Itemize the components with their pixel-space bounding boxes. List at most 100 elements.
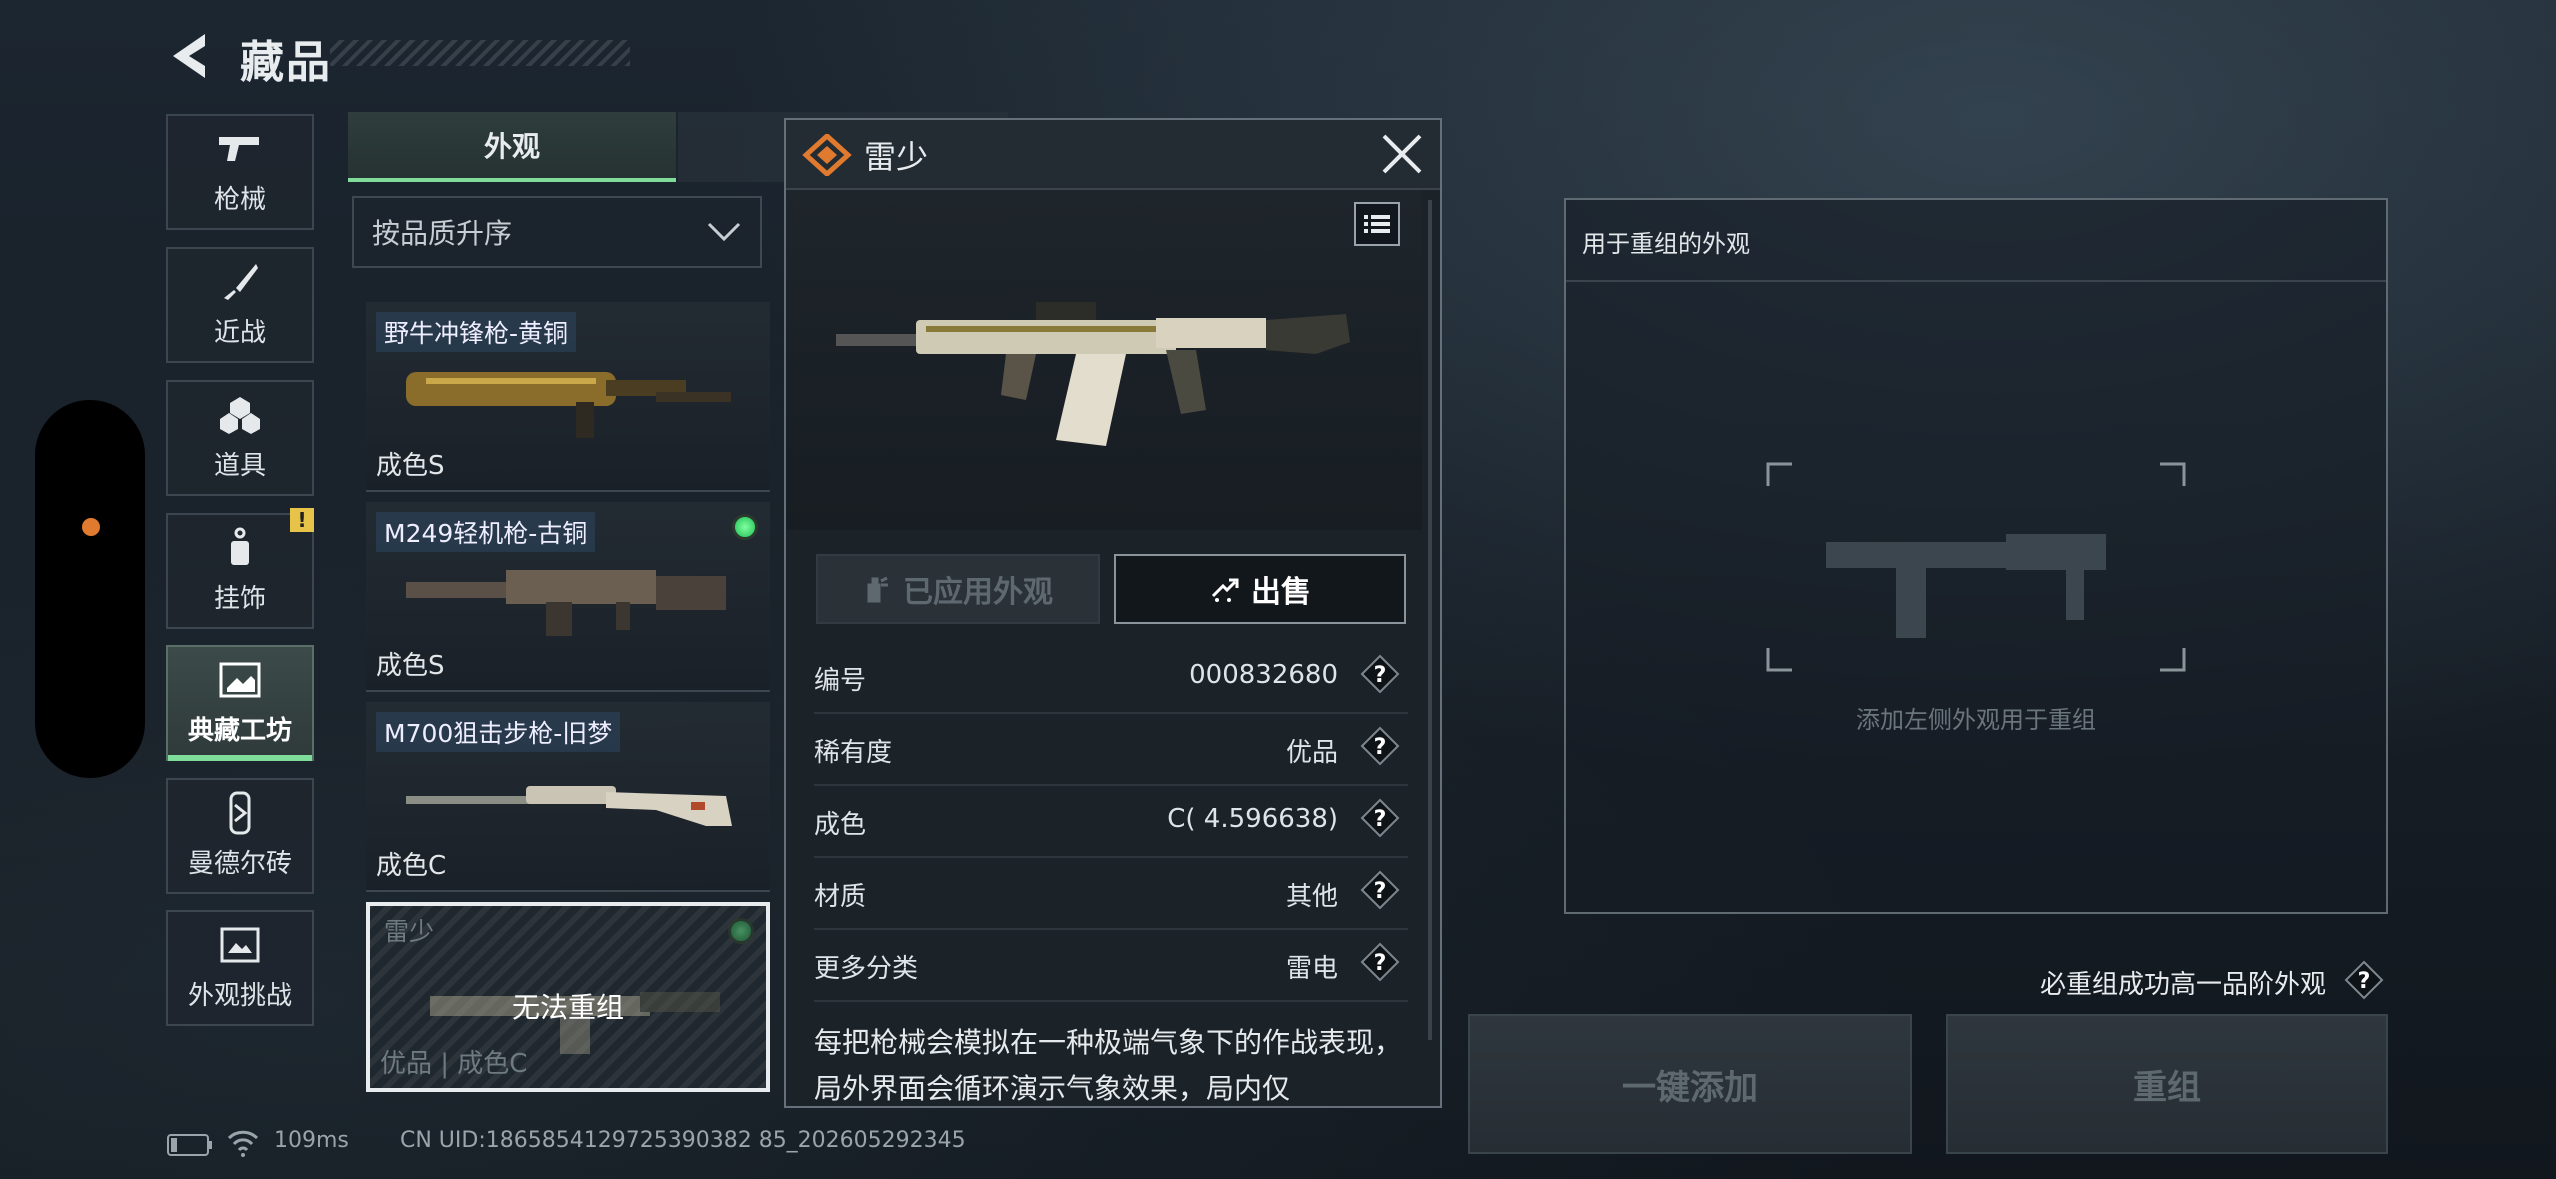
popup-header: 雷少	[786, 120, 1440, 190]
charm-icon	[217, 527, 263, 568]
category-items[interactable]: 道具	[166, 380, 314, 496]
back-arrow-icon[interactable]	[165, 30, 217, 82]
svg-text:?: ?	[1374, 807, 1387, 832]
row-key: 更多分类	[814, 954, 919, 984]
close-icon[interactable]	[1378, 130, 1426, 178]
wifi-icon	[227, 1130, 259, 1157]
applied-appearance-button: 已应用外观	[816, 554, 1100, 624]
battery-icon	[167, 1134, 212, 1156]
page-title: 藏品	[240, 37, 332, 88]
grenade-icon	[217, 395, 263, 435]
category-label: 道具	[213, 450, 266, 481]
brick-icon	[217, 791, 263, 834]
rarity-diamond-icon	[802, 134, 852, 176]
row-key: 稀有度	[814, 738, 893, 768]
category-melee[interactable]: 近战	[166, 247, 314, 363]
item-name: 野牛冲锋枪-黄铜	[376, 312, 577, 352]
list-item[interactable]: M700狙击步枪-旧梦 成色C	[366, 702, 770, 892]
gun-icon	[217, 129, 263, 169]
item-description: 每把枪械会模拟在一种极端气象下的作战表现，局外界面会循环演示气象效果，局内仅	[814, 1026, 1403, 1105]
rework-button[interactable]: 重组	[1946, 1014, 2388, 1154]
detail-row-wear: 成色 C( 4.596638) ?	[814, 786, 1408, 858]
category-label: 典藏工坊	[187, 715, 292, 746]
item-detail-popup: 雷少 已应用外观 出售 编号 000832680 ? 稀有度 优品 ? 成色 C…	[784, 118, 1442, 1108]
sell-label: 出售	[1251, 575, 1311, 610]
tab-appearance[interactable]: 外观	[348, 112, 676, 182]
workshop-icon	[217, 660, 263, 700]
weapon-preview	[786, 190, 1422, 530]
help-icon[interactable]: ?	[1360, 726, 1400, 766]
item-grade: 优品 | 成色C	[380, 1049, 528, 1079]
item-grade: 成色S	[376, 651, 445, 681]
category-guns[interactable]: 枪械	[166, 114, 314, 230]
knife-icon	[217, 262, 263, 302]
row-value: 雷电	[1285, 954, 1338, 984]
detail-row-material: 材质 其他 ?	[814, 858, 1408, 930]
spray-icon	[867, 576, 888, 603]
rework-header: 用于重组的外观	[1582, 230, 1750, 258]
help-icon[interactable]: ?	[1360, 942, 1400, 982]
user-uid: CN UID:1865854129725390382 85_2026052923…	[400, 1128, 966, 1153]
chevron-down-icon	[707, 222, 741, 242]
svg-text:?: ?	[1374, 663, 1387, 688]
svg-text:?: ?	[1374, 735, 1387, 760]
item-name: M700狙击步枪-旧梦	[376, 712, 621, 752]
rework-panel: 用于重组的外观 添加左侧外观用于重组	[1564, 198, 2388, 914]
category-appearance-challenge[interactable]: 外观挑战	[166, 910, 314, 1026]
category-workshop[interactable]: 典藏工坊	[166, 645, 314, 761]
sniper-thumbnail	[406, 786, 732, 826]
svg-text:?: ?	[2358, 969, 2371, 994]
row-key: 成色	[814, 810, 867, 840]
equipped-indicator	[728, 918, 754, 944]
list-view-button[interactable]	[1354, 202, 1400, 246]
divider	[1566, 280, 2386, 282]
smg-thumbnail	[406, 372, 731, 438]
detail-row-rarity: 稀有度 优品 ?	[814, 714, 1408, 786]
equipped-indicator	[732, 514, 758, 540]
list-item[interactable]: 野牛冲锋枪-黄铜 成色S	[366, 302, 770, 492]
help-icon[interactable]: ?	[1360, 870, 1400, 910]
category-mandel-brick[interactable]: 曼德尔砖	[166, 778, 314, 894]
row-key: 编号	[814, 666, 867, 696]
recording-dot-icon	[82, 518, 100, 536]
row-value: 优品	[1285, 738, 1338, 768]
list-icon	[1364, 215, 1390, 233]
item-grade: 成色S	[376, 451, 445, 481]
category-label: 近战	[213, 317, 266, 348]
row-key: 材质	[814, 882, 867, 912]
applied-label: 已应用外观	[903, 575, 1053, 610]
detail-row-category: 更多分类 雷电 ?	[814, 930, 1408, 1002]
sort-dropdown[interactable]: 按品质升序	[352, 196, 762, 268]
item-grade: 成色C	[376, 851, 447, 881]
help-icon[interactable]: ?	[2344, 960, 2384, 1000]
ping-readout: 109ms	[274, 1128, 349, 1153]
list-item-selected[interactable]: 雷少 无法重组 优品 | 成色C	[366, 902, 770, 1092]
detail-row-serial: 编号 000832680 ?	[814, 642, 1408, 714]
row-value: 其他	[1285, 882, 1338, 912]
title-decoration	[330, 40, 630, 66]
category-label: 挂饰	[213, 583, 266, 614]
sell-button[interactable]: 出售	[1114, 554, 1406, 624]
svg-text:?: ?	[1374, 879, 1387, 904]
help-icon[interactable]: ?	[1360, 654, 1400, 694]
rework-placeholder: 添加左侧外观用于重组	[1856, 706, 2096, 734]
category-label: 枪械	[213, 184, 266, 215]
lmg-thumbnail	[406, 570, 726, 636]
popup-title: 雷少	[864, 138, 929, 176]
category-label: 曼德尔砖	[187, 848, 292, 879]
help-icon[interactable]: ?	[1360, 798, 1400, 838]
popup-scrollbar[interactable]	[1428, 200, 1432, 1040]
guarantee-text: 必重组成功高一品阶外观	[2040, 970, 2327, 1000]
sell-icon	[1211, 578, 1239, 602]
item-name: 雷少	[384, 917, 435, 946]
warning-badge: !	[290, 508, 314, 532]
assault-rifle-image	[836, 302, 1350, 446]
sort-label: 按品质升序	[372, 217, 513, 250]
empty-slot-frame[interactable]	[1766, 462, 2186, 672]
cannot-rework-label: 无法重组	[511, 991, 624, 1024]
add-all-button[interactable]: 一键添加	[1468, 1014, 1912, 1154]
list-item[interactable]: M249轻机枪-古铜 成色S	[366, 502, 770, 692]
floating-side-handle[interactable]	[35, 400, 145, 778]
svg-text:?: ?	[1374, 951, 1387, 976]
item-name: M249轻机枪-古铜	[376, 512, 596, 552]
